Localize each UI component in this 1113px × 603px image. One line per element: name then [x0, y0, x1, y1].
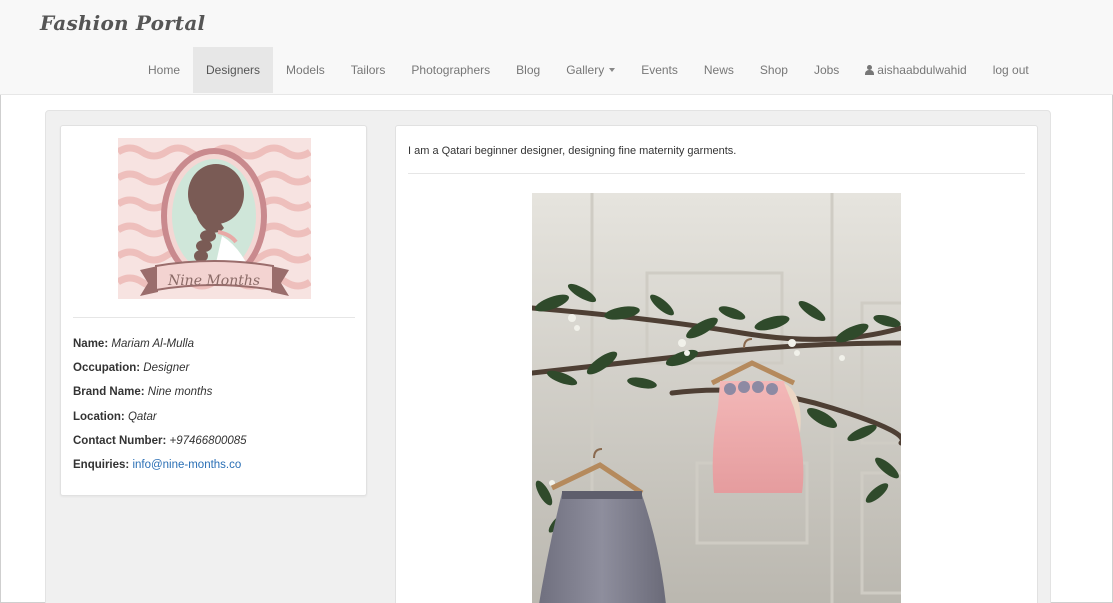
- info-location-label: Location:: [73, 410, 125, 423]
- nav-events-label: Events: [641, 63, 678, 77]
- nav-user-account[interactable]: aishaabdulwahid: [852, 47, 979, 93]
- nav-news[interactable]: News: [691, 47, 747, 93]
- info-contact-label: Contact Number:: [73, 434, 167, 447]
- nav-events[interactable]: Events: [628, 47, 691, 93]
- nav-models-label: Models: [286, 63, 325, 77]
- nav-home-label: Home: [148, 63, 181, 77]
- nav-tailors[interactable]: Tailors: [338, 47, 399, 93]
- info-location: Location: Qatar: [73, 411, 358, 423]
- info-contact-value: +97466800085: [169, 434, 247, 447]
- nav-photographers[interactable]: Photographers: [398, 47, 503, 93]
- info-name-value: Mariam Al-Mulla: [111, 338, 194, 350]
- main-panel: I am a Qatari beginner designer, designi…: [395, 125, 1038, 603]
- divider: [408, 173, 1025, 174]
- info-occupation: Occupation: Designer: [73, 362, 358, 374]
- navbar: Fashion Portal Home Designers Models Tai…: [0, 0, 1113, 95]
- garment-photo: [532, 193, 901, 603]
- info-brand-value: Nine months: [147, 386, 213, 399]
- nav-home[interactable]: Home: [135, 47, 193, 93]
- nav-shop[interactable]: Shop: [747, 47, 801, 93]
- info-contact-number: Contact Number: +97466800085: [73, 435, 358, 447]
- user-icon: [865, 65, 875, 75]
- nav-blog[interactable]: Blog: [503, 47, 553, 93]
- nav-username-label: aishaabdulwahid: [877, 63, 967, 77]
- nav-gallery-dropdown[interactable]: Gallery: [553, 47, 628, 93]
- divider: [73, 317, 355, 318]
- nav-shop-label: Shop: [759, 63, 788, 77]
- info-enquiries: Enquiries: info@nine-months.co: [73, 459, 358, 471]
- nav-designers-label: Designers: [206, 63, 261, 77]
- nav-jobs-label: Jobs: [813, 63, 840, 77]
- nav-logout-label: log out: [992, 63, 1029, 77]
- info-brand-name: Brand Name: Nine months: [73, 386, 358, 398]
- profile-info: Name: Mariam Al-Mulla Occupation: Design…: [73, 338, 358, 483]
- nav-gallery-label: Gallery: [566, 63, 605, 77]
- info-occupation-value: Designer: [143, 362, 190, 375]
- nav-tailors-label: Tailors: [350, 63, 386, 77]
- caret-down-icon: [609, 68, 616, 72]
- profile-panel: Nine Months Name: Mariam Al-Mulla Occupa…: [60, 125, 367, 496]
- brand-logo[interactable]: Fashion Portal: [40, 11, 205, 35]
- info-enquiries-label: Enquiries:: [73, 458, 130, 471]
- nav-designers[interactable]: Designers: [193, 47, 274, 93]
- logo-text: Nine Months: [167, 273, 260, 289]
- info-name: Name: Mariam Al-Mulla: [73, 338, 358, 350]
- info-name-label: Name:: [73, 338, 109, 350]
- info-location-value: Qatar: [127, 410, 157, 423]
- nav-news-label: News: [703, 63, 734, 77]
- nav-logout[interactable]: log out: [980, 47, 1042, 93]
- designer-description: I am a Qatari beginner designer, designi…: [408, 145, 737, 157]
- info-brand-label: Brand Name:: [73, 386, 145, 399]
- brand-logo-image: Nine Months: [118, 138, 311, 299]
- enquiries-email-link[interactable]: info@nine-months.co: [132, 459, 241, 471]
- nav-photographers-label: Photographers: [411, 63, 491, 77]
- nav-blog-label: Blog: [516, 63, 541, 77]
- nav-jobs[interactable]: Jobs: [801, 47, 852, 93]
- main-nav: Home Designers Models Tailors Photograph…: [135, 47, 1042, 93]
- info-occupation-label: Occupation:: [73, 362, 141, 375]
- nav-models[interactable]: Models: [273, 47, 338, 93]
